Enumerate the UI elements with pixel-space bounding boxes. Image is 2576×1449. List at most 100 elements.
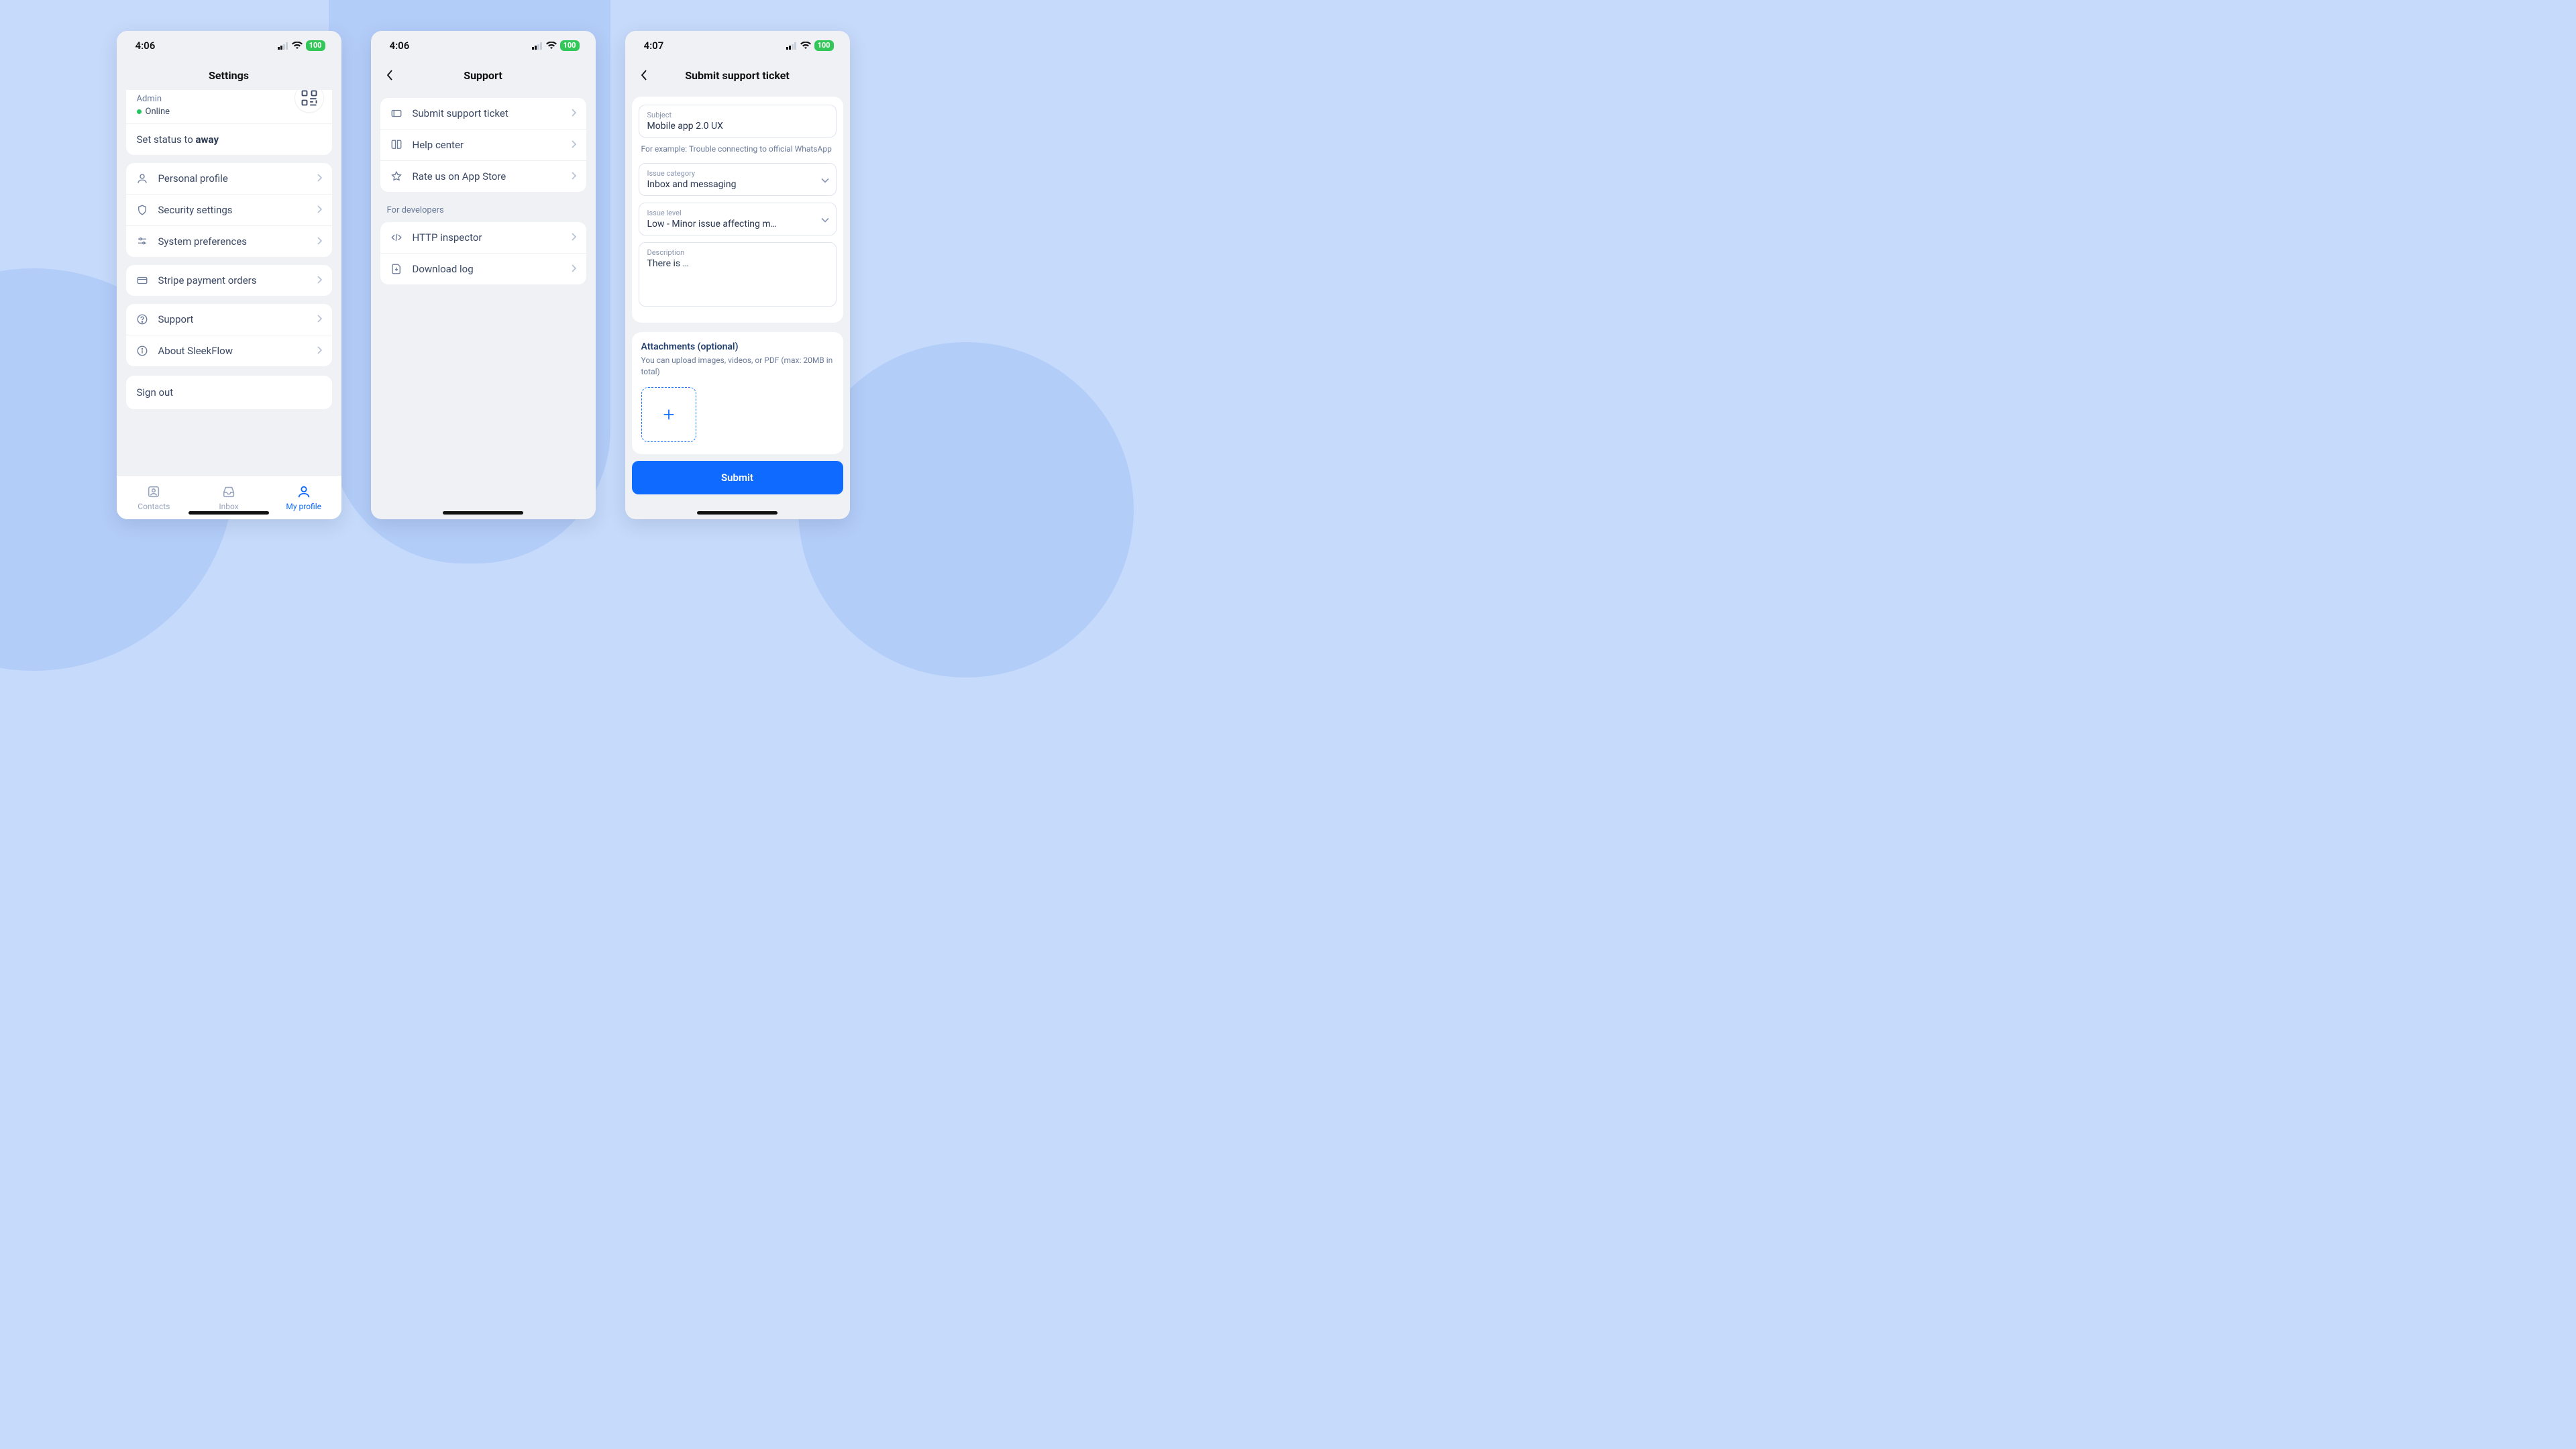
back-button[interactable] xyxy=(636,67,652,83)
field-label: Description xyxy=(647,248,828,257)
row-label: Help center xyxy=(413,139,562,151)
row-download-log[interactable]: Download log xyxy=(380,254,586,284)
row-security-settings[interactable]: Security settings xyxy=(126,195,332,226)
clock: 4:07 xyxy=(644,40,664,52)
nav-bar: Submit support ticket xyxy=(625,60,850,90)
home-indicator xyxy=(697,511,777,515)
field-label: Subject xyxy=(647,111,828,119)
clock: 4:06 xyxy=(136,40,156,52)
subject-field[interactable]: Subject Mobile app 2.0 UX xyxy=(639,105,837,138)
wifi-icon xyxy=(292,42,303,50)
battery-icon: 100 xyxy=(814,40,834,51)
credit-card-icon xyxy=(136,274,149,286)
chevron-right-icon xyxy=(572,107,577,119)
tab-contacts[interactable]: Contacts xyxy=(117,476,192,519)
battery-icon: 100 xyxy=(306,40,325,51)
phone-support: 4:06 100 Support Submit support ticket xyxy=(371,31,596,519)
chevron-right-icon xyxy=(572,170,577,182)
chevron-right-icon xyxy=(572,231,577,244)
issue-category-field[interactable]: Issue category Inbox and messaging xyxy=(639,163,837,196)
subject-helper-text: For example: Trouble connecting to offic… xyxy=(641,144,834,154)
tab-label: Contacts xyxy=(138,502,170,511)
clock: 4:06 xyxy=(390,40,410,52)
chevron-right-icon xyxy=(317,172,323,184)
support-group-developers: HTTP inspector Download log xyxy=(380,222,586,284)
settings-group-help: Support About SleekFlow xyxy=(126,304,332,366)
sign-out-button[interactable]: Sign out xyxy=(126,376,332,409)
page-title: Submit support ticket xyxy=(685,69,790,82)
wifi-icon xyxy=(800,42,811,50)
cellular-icon xyxy=(278,42,288,50)
set-status-prefix: Set status to xyxy=(137,133,196,146)
set-status-value: away xyxy=(195,133,219,146)
settings-group-payments: Stripe payment orders xyxy=(126,265,332,296)
home-indicator xyxy=(443,511,523,515)
wifi-icon xyxy=(546,42,557,50)
attachments-description: You can upload images, videos, or PDF (m… xyxy=(641,355,834,378)
ticket-form: Subject Mobile app 2.0 UX For example: T… xyxy=(632,97,843,323)
field-label: Issue level xyxy=(647,209,828,217)
back-button[interactable] xyxy=(382,67,398,83)
status-bar: 4:06 100 xyxy=(117,31,341,60)
support-group-main: Submit support ticket Help center Rate u… xyxy=(380,98,586,192)
star-icon xyxy=(390,170,403,182)
row-label: Rate us on App Store xyxy=(413,170,562,182)
section-label-developers: For developers xyxy=(371,204,596,218)
info-icon xyxy=(136,345,149,357)
chevron-right-icon xyxy=(572,139,577,151)
home-indicator xyxy=(189,511,269,515)
row-label: About SleekFlow xyxy=(158,345,308,357)
row-support[interactable]: Support xyxy=(126,304,332,335)
chevron-down-icon xyxy=(821,213,829,225)
row-label: Submit support ticket xyxy=(413,107,562,119)
code-icon xyxy=(390,231,403,244)
chevron-right-icon xyxy=(317,235,323,248)
row-label: Stripe payment orders xyxy=(158,274,308,286)
field-value: There is … xyxy=(647,258,828,269)
shield-icon xyxy=(136,204,149,216)
row-submit-support-ticket[interactable]: Submit support ticket xyxy=(380,98,586,129)
chevron-right-icon xyxy=(317,313,323,325)
user-status: Online xyxy=(137,107,294,117)
set-status-row[interactable]: Set status to away xyxy=(126,123,332,155)
field-value: Inbox and messaging xyxy=(647,179,828,190)
help-circle-icon xyxy=(136,313,149,325)
user-icon xyxy=(136,172,149,184)
row-about[interactable]: About SleekFlow xyxy=(126,335,332,366)
row-stripe-payment-orders[interactable]: Stripe payment orders xyxy=(126,265,332,296)
ticket-icon xyxy=(390,107,403,119)
status-bar: 4:06 100 xyxy=(371,31,596,60)
tab-label: My profile xyxy=(286,502,321,511)
nav-bar: Settings xyxy=(117,60,341,90)
field-value: Mobile app 2.0 UX xyxy=(647,121,828,131)
row-system-preferences[interactable]: System preferences xyxy=(126,226,332,257)
row-help-center[interactable]: Help center xyxy=(380,129,586,161)
row-personal-profile[interactable]: Personal profile xyxy=(126,163,332,195)
row-label: Personal profile xyxy=(158,172,308,184)
cellular-icon xyxy=(532,42,543,50)
row-rate-us[interactable]: Rate us on App Store xyxy=(380,161,586,192)
chevron-down-icon xyxy=(821,173,829,186)
user-role: Admin xyxy=(137,94,294,104)
description-field[interactable]: Description There is … xyxy=(639,242,837,307)
row-label: HTTP inspector xyxy=(413,231,562,244)
submit-button[interactable]: Submit xyxy=(632,461,843,494)
chevron-right-icon xyxy=(317,204,323,216)
phone-submit-ticket: 4:07 100 Submit support ticket Subject M… xyxy=(625,31,850,519)
status-bar: 4:07 100 xyxy=(625,31,850,60)
download-icon xyxy=(390,263,403,275)
qr-code-button[interactable] xyxy=(294,90,324,113)
row-http-inspector[interactable]: HTTP inspector xyxy=(380,222,586,254)
add-attachment-button[interactable] xyxy=(641,387,696,442)
attachments-section: Attachments (optional) You can upload im… xyxy=(632,332,843,454)
settings-group-account: Personal profile Security settings Syste… xyxy=(126,163,332,257)
page-title: Support xyxy=(464,69,502,82)
attachments-title: Attachments (optional) xyxy=(641,341,834,352)
field-label: Issue category xyxy=(647,169,828,178)
issue-level-field[interactable]: Issue level Low - Minor issue affecting … xyxy=(639,203,837,235)
tab-label: Inbox xyxy=(219,502,238,511)
online-indicator-icon xyxy=(137,109,142,114)
tab-my-profile[interactable]: My profile xyxy=(266,476,341,519)
phone-settings: 4:06 100 Settings Admin xyxy=(117,31,341,519)
row-label: System preferences xyxy=(158,235,308,248)
